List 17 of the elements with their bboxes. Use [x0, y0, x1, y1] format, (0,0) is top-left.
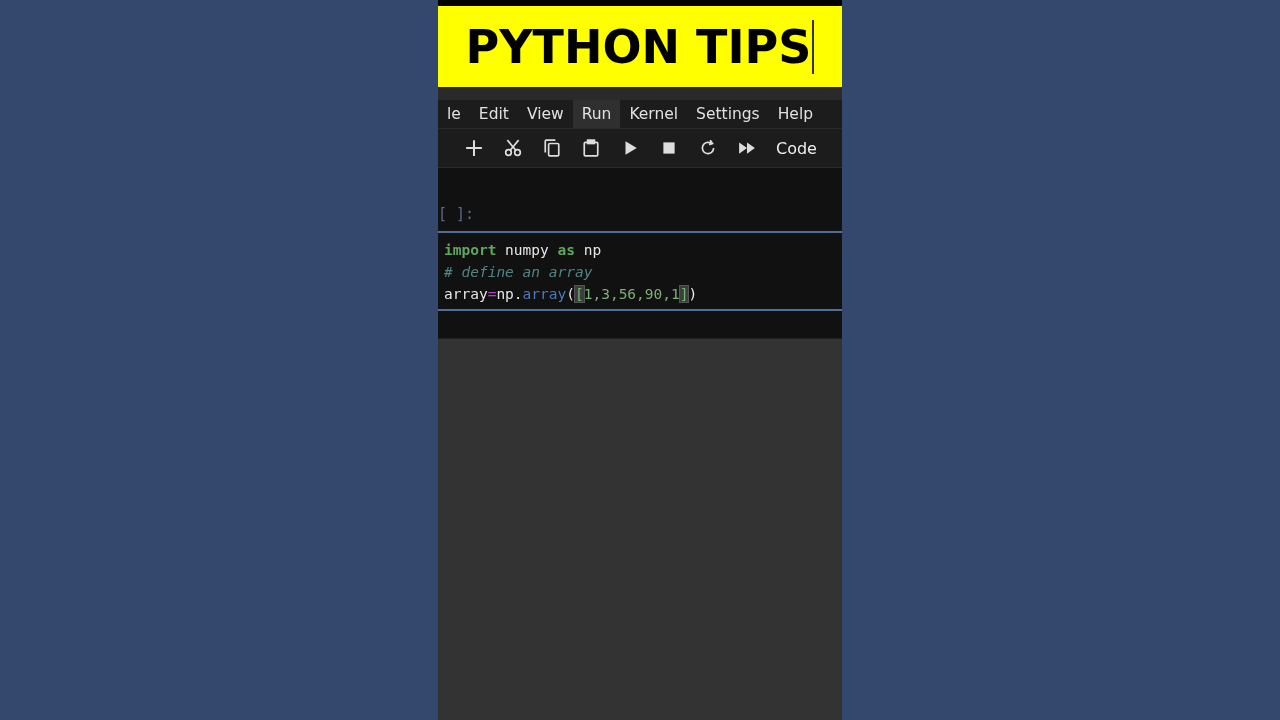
banner-title: PYTHON TIPS: [465, 19, 815, 74]
menu-item[interactable]: Settings: [687, 100, 769, 128]
menu-item[interactable]: Edit: [469, 100, 518, 128]
code-line: array=np.array([1,3,56,90,1]): [444, 285, 699, 304]
menu-item[interactable]: Kernel: [620, 100, 688, 128]
menu-item[interactable]: Help: [768, 100, 823, 128]
code-line: # define an array: [444, 263, 594, 282]
clipboard-icon[interactable]: [581, 139, 600, 157]
cell-type-dropdown[interactable]: Code: [774, 134, 819, 162]
menu-item[interactable]: View: [517, 100, 573, 128]
code-line: import numpy as np: [444, 241, 603, 260]
plus-icon[interactable]: [464, 139, 483, 157]
menu-item[interactable]: Run: [572, 100, 621, 128]
copy-icon[interactable]: [542, 139, 561, 157]
menu-item[interactable]: le: [438, 100, 470, 128]
cell-prompt: [ ]:: [438, 205, 475, 223]
scissors-icon[interactable]: [503, 139, 522, 157]
